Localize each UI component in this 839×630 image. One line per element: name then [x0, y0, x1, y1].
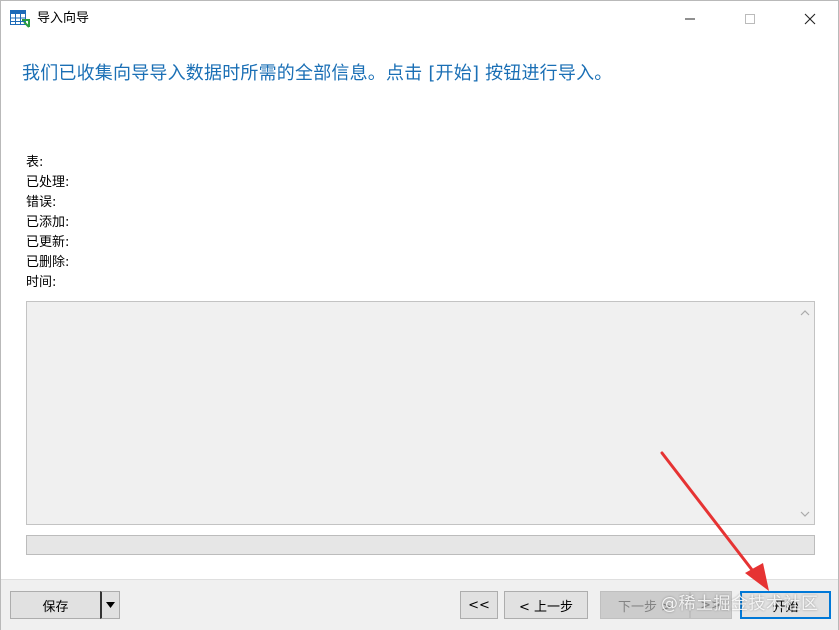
- maximize-button[interactable]: [727, 1, 773, 37]
- minimize-icon: [685, 18, 695, 20]
- maximize-icon: [745, 14, 755, 24]
- log-output-area[interactable]: [26, 301, 815, 525]
- close-button[interactable]: [787, 1, 833, 37]
- stat-time-label: 时间:: [26, 275, 57, 290]
- table-import-icon: [10, 10, 30, 28]
- stat-tables-label: 表:: [26, 155, 44, 170]
- title-bar[interactable]: 导入向导: [1, 1, 838, 37]
- import-progress-bar: [26, 535, 815, 555]
- window-title: 导入向导: [37, 11, 90, 26]
- scroll-up-button[interactable]: [798, 305, 812, 319]
- import-wizard-window: 导入向导 我们已收集向导导入数据时所需的全部信息。点击 [开始] 按钮进行导入。…: [0, 0, 839, 630]
- first-step-button[interactable]: <<: [460, 591, 498, 619]
- stat-updated-label: 已更新:: [26, 235, 70, 250]
- close-icon: [804, 13, 816, 25]
- stat-deleted-label: 已删除:: [26, 255, 70, 270]
- save-button[interactable]: 保存: [10, 591, 100, 619]
- scroll-down-button[interactable]: [798, 507, 812, 521]
- instruction-headline: 我们已收集向导导入数据时所需的全部信息。点击 [开始] 按钮进行导入。: [22, 63, 613, 84]
- import-stats: 表: 已处理: 错误: 已添加: 已更新: 已删除: 时间:: [26, 153, 69, 293]
- stat-errors-label: 错误:: [26, 195, 57, 210]
- chevron-down-icon: [800, 511, 810, 517]
- stat-processed-label: 已处理:: [26, 175, 70, 190]
- minimize-button[interactable]: [667, 1, 713, 37]
- dropdown-arrow-icon: [106, 602, 115, 608]
- chevron-up-icon: [800, 309, 810, 315]
- previous-step-button[interactable]: < 上一步: [504, 591, 588, 619]
- stat-added-label: 已添加:: [26, 215, 70, 230]
- watermark-text: @稀土掘金技术社区: [661, 594, 819, 614]
- save-dropdown-button[interactable]: [100, 591, 120, 619]
